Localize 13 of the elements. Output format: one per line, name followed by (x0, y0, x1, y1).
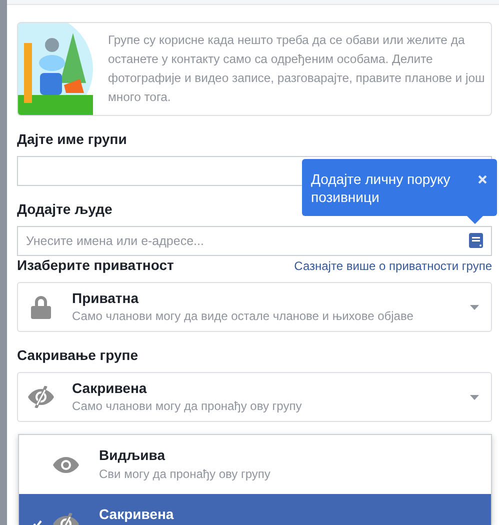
option-description: Сви могу да пронађу ову групу (99, 467, 270, 482)
option-title: Сакривена (99, 506, 174, 523)
option-title: Сакривена (72, 380, 148, 397)
field-label: Додајте људе (17, 200, 114, 218)
section-heading: Изаберите приватност (17, 256, 174, 274)
section-heading: Сакривање групе (17, 346, 138, 364)
field-label: Дајте име групи (17, 130, 128, 148)
option-title: Видљива (99, 447, 166, 464)
option-description: Само чланови могу да пронађу ову групу (72, 399, 303, 414)
option-title: Приватна (72, 290, 140, 307)
option-description: Само чланови могу да виде остале чланове и њихове објаве (72, 309, 414, 324)
intro-text: Групе су корисне када нешто треба да се обави или желите да останете у контакту само са одређеним особама. Делите фотографије и видео записе, разговарајте, правите планове и још много тога. (108, 32, 486, 106)
tooltip-text: Додајте личну поруку позивници (311, 170, 452, 207)
